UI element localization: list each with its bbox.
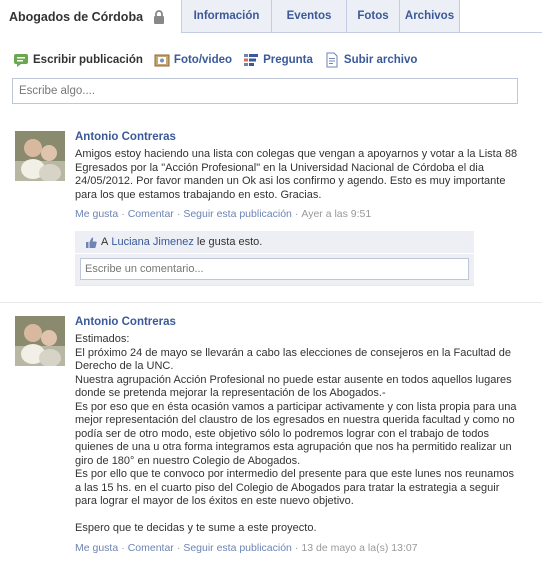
tab-eventos[interactable]: Eventos (272, 0, 347, 33)
upload-file-label: Subir archivo (343, 54, 418, 66)
post-actions: Me gusta · Comentar · Seguir esta publicació… (75, 208, 372, 220)
post-body: Antonio Contreras Amigos estoy haciendo … (75, 131, 520, 220)
lock-icon (153, 9, 165, 24)
like-link[interactable]: Me gusta (75, 542, 118, 554)
tab-archivos[interactable]: Archivos (400, 0, 460, 33)
follow-post-link[interactable]: Seguir esta publicación (183, 542, 292, 554)
photo-video-link[interactable]: Foto/video (154, 52, 232, 68)
post-body: Antonio Contreras Estimados: El próximo … (75, 316, 520, 554)
post-actions: Me gusta · Comentar · Seguir esta publicació… (75, 541, 418, 554)
page-tabs: Información Eventos Fotos Archivos (182, 0, 460, 33)
post-divider (0, 302, 542, 303)
post-paragraph: Amigos estoy haciendo una lista con cole… (75, 148, 518, 201)
comment-link[interactable]: Comentar (128, 208, 174, 220)
status-icon (13, 52, 29, 68)
photo-video-label: Foto/video (173, 54, 233, 66)
post-author[interactable]: Antonio Contreras (75, 131, 520, 143)
post-paragraph: Estimados: (75, 333, 130, 345)
write-post-label: Escribir publicación (33, 54, 143, 66)
like-link[interactable]: Me gusta (75, 208, 118, 220)
post-1-feedback: A Luciana Jimenez le gusta esto. (75, 231, 474, 286)
post-paragraph: Nuestra agrupación Acción Profesional no… (75, 373, 512, 400)
post-author[interactable]: Antonio Contreras (75, 316, 520, 328)
post-message: Estimados: El próximo 24 de mayo se llev… (75, 333, 520, 536)
like-thumb-icon (85, 236, 98, 249)
avatar[interactable] (15, 131, 65, 181)
follow-post-link[interactable]: Seguir esta publicación (183, 208, 292, 220)
tab-fotos[interactable]: Fotos (347, 0, 400, 33)
upload-file-link[interactable]: Subir archivo (324, 52, 418, 68)
avatar[interactable] (15, 316, 65, 366)
liker-name[interactable]: Luciana Jimenez (111, 236, 194, 248)
comment-link[interactable]: Comentar (128, 542, 174, 554)
post-timestamp[interactable]: Ayer a las 9:51 (301, 208, 371, 220)
tab-informacion[interactable]: Información (182, 0, 272, 33)
composer-input[interactable] (12, 78, 518, 104)
post-paragraph: Espero que te decidas y te sume a este p… (75, 522, 317, 534)
post-message: Amigos estoy haciendo una lista con cole… (75, 148, 520, 202)
write-post-link[interactable]: Escribir publicación (13, 52, 143, 68)
likes-suffix: le gusta esto. (196, 236, 263, 248)
comment-input[interactable] (80, 258, 469, 280)
post-paragraph: Es por eso que en ésta ocasión vamos a p… (75, 400, 517, 467)
page-title-tab[interactable]: Abogados de Córdoba (0, 0, 182, 33)
post-timestamp[interactable]: 13 de mayo a la(s) 13:07 (301, 542, 417, 554)
likes-prefix: A (101, 236, 109, 248)
tabbar-filler (460, 0, 542, 33)
avatar-photo (15, 131, 65, 181)
page-title: Abogados de Córdoba (9, 9, 144, 24)
post-paragraph: Es por ello que te convoco por intermedi… (75, 468, 515, 507)
avatar-photo (15, 316, 65, 366)
photo-icon (154, 52, 170, 68)
question-icon (243, 52, 259, 68)
question-label: Pregunta (263, 54, 313, 66)
post-paragraph-blank (75, 509, 520, 523)
page-tab-bar: Abogados de Córdoba Información Eventos … (0, 0, 542, 33)
upload-icon (324, 52, 340, 68)
likes-line: A Luciana Jimenez le gusta esto. (75, 231, 474, 254)
composer-links: Escribir publicación Foto/video Pregunta (13, 52, 428, 68)
post-paragraph: El próximo 24 de mayo se llevarán a cabo… (75, 346, 511, 373)
question-link[interactable]: Pregunta (243, 52, 313, 68)
